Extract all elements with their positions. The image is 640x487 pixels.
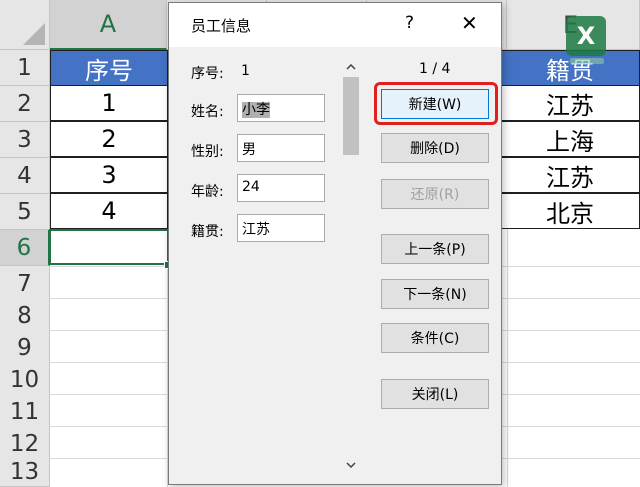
highlight-annotation <box>374 82 498 125</box>
hometown-input-value: 江苏 <box>242 222 270 238</box>
row-header-1[interactable]: 1 <box>0 50 50 86</box>
help-button[interactable]: ? <box>405 13 414 33</box>
row-header-11[interactable]: 11 <box>0 394 50 430</box>
row-header-2[interactable]: 2 <box>0 86 50 122</box>
cell-e2[interactable]: 江苏 <box>500 85 640 121</box>
active-cell-a6[interactable] <box>49 229 169 265</box>
cell-e5[interactable]: 北京 <box>500 193 640 229</box>
record-counter: 1 / 4 <box>419 61 451 77</box>
logo-shadow <box>570 58 604 64</box>
row-header-5[interactable]: 5 <box>0 194 50 230</box>
excel-logo-icon: X <box>566 16 606 56</box>
field-label-hometown: 籍贯: <box>191 224 224 240</box>
row-header-7[interactable]: 7 <box>0 266 50 302</box>
field-value-id: 1 <box>241 63 250 79</box>
close-form-button[interactable]: 关闭(L) <box>381 379 489 409</box>
cell-a1[interactable]: 序号 <box>50 50 168 86</box>
dialog-titlebar[interactable]: 员工信息 ? ✕ <box>169 3 501 47</box>
row-header-13[interactable]: 13 <box>0 458 50 487</box>
gender-input[interactable]: 男 <box>237 134 325 162</box>
age-input-value: 24 <box>242 179 260 195</box>
restore-button[interactable]: 还原(R) <box>381 179 489 209</box>
select-all-corner[interactable] <box>0 0 50 50</box>
field-label-name: 姓名: <box>191 104 224 120</box>
row-header-3[interactable]: 3 <box>0 122 50 158</box>
field-label-age: 年龄: <box>191 184 224 200</box>
row-header-10[interactable]: 10 <box>0 362 50 398</box>
record-scrollbar[interactable] <box>341 57 361 477</box>
next-button[interactable]: 下一条(N) <box>381 279 489 309</box>
cell-a4[interactable]: 3 <box>50 157 168 193</box>
chevron-down-icon[interactable] <box>341 455 361 475</box>
data-form-dialog: 员工信息 ? ✕ 序号: 1 姓名: 小李 性别: 男 年龄: 24 籍贯: 江… <box>168 2 502 485</box>
criteria-button[interactable]: 条件(C) <box>381 323 489 353</box>
field-label-id: 序号: <box>191 66 224 82</box>
row-header-9[interactable]: 9 <box>0 330 50 366</box>
column-header-a[interactable]: A <box>50 0 167 50</box>
name-input[interactable]: 小李 <box>237 94 325 122</box>
dialog-title: 员工信息 <box>191 17 252 35</box>
row-header-12[interactable]: 12 <box>0 426 50 462</box>
row-header-6[interactable]: 6 <box>0 230 50 266</box>
previous-button[interactable]: 上一条(P) <box>381 234 489 264</box>
name-input-value: 小李 <box>242 102 270 118</box>
field-label-gender: 性别: <box>191 144 224 160</box>
row-header-4[interactable]: 4 <box>0 158 50 194</box>
age-input[interactable]: 24 <box>237 174 325 202</box>
chevron-up-icon[interactable] <box>341 57 361 77</box>
scroll-thumb[interactable] <box>343 77 359 155</box>
gender-input-value: 男 <box>242 142 256 158</box>
cell-e4[interactable]: 江苏 <box>500 157 640 193</box>
cell-e3[interactable]: 上海 <box>500 121 640 157</box>
cell-a2[interactable]: 1 <box>50 85 168 121</box>
close-icon[interactable]: ✕ <box>461 11 478 35</box>
hometown-input[interactable]: 江苏 <box>237 214 325 242</box>
select-all-triangle-icon <box>23 23 45 45</box>
delete-button[interactable]: 删除(D) <box>381 133 489 163</box>
cell-a5[interactable]: 4 <box>50 193 168 229</box>
cell-a3[interactable]: 2 <box>50 121 168 157</box>
row-header-8[interactable]: 8 <box>0 298 50 334</box>
